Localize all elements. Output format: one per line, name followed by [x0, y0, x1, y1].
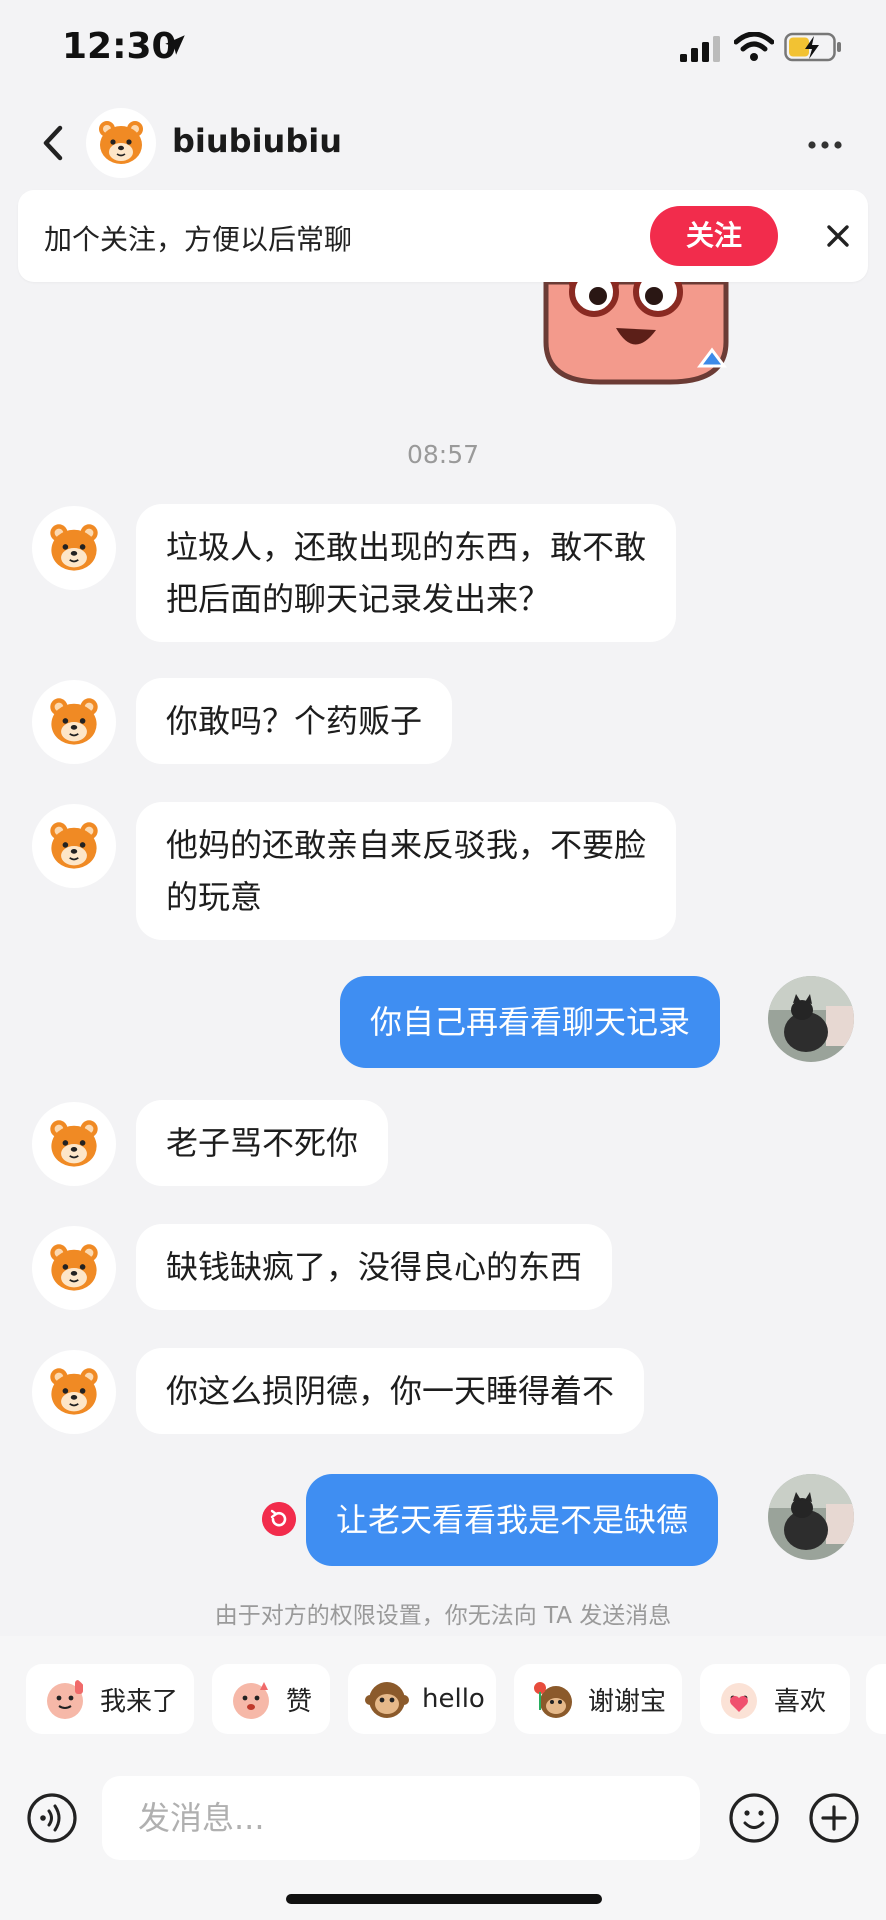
message-text-line: 你这么损阴德，你一天睡得着不 — [166, 1372, 615, 1410]
cat-photo-avatar — [768, 976, 854, 1062]
message-bubble-received[interactable]: 老子骂不死你 — [136, 1100, 389, 1186]
message-text-line: 把后面的聊天记录发出来？ — [166, 580, 551, 618]
contact-name[interactable]: biubiubiu — [172, 122, 342, 160]
status-time: 12:30 — [62, 26, 177, 67]
message-text-line: 让老天看看我是不是缺德 — [336, 1501, 689, 1539]
message-bubble-received[interactable]: 你这么损阴德，你一天睡得着不 — [136, 1348, 645, 1434]
message-text-line: 你自己再看看聊天记录 — [370, 1003, 691, 1041]
message-bubble-received[interactable]: 他妈的还敢亲自来反驳我，不要脸 的玩意 — [136, 802, 677, 940]
quick-reply-chip[interactable]: hello — [348, 1664, 496, 1734]
bear-avatar-icon — [50, 524, 98, 571]
sender-avatar[interactable] — [32, 680, 116, 764]
quick-reply-label: 我来了 — [100, 1686, 179, 1717]
quick-reply-bar: 我来了 赞 hello 谢谢宝 喜欢 — [0, 1636, 886, 1762]
sender-avatar[interactable] — [32, 1350, 116, 1434]
bear-avatar-icon — [50, 822, 98, 869]
message-text-line: 老子骂不死你 — [166, 1124, 359, 1162]
cat-photo-avatar — [768, 1474, 854, 1560]
sender-avatar[interactable] — [32, 506, 116, 590]
quick-reply-label: 喜欢 — [774, 1686, 827, 1717]
quick-reply-chip[interactable]: 谢谢宝 — [514, 1664, 682, 1734]
message-text-line: 他妈的还敢亲自来反驳我，不要脸 — [166, 826, 647, 864]
flower-monkey-sticker-icon — [534, 1682, 572, 1718]
quick-reply-label: 谢谢宝 — [588, 1686, 667, 1717]
quick-reply-label: hello — [422, 1684, 485, 1714]
contact-avatar[interactable] — [86, 108, 156, 178]
emoji-icon[interactable] — [728, 1792, 780, 1844]
bear-avatar-icon — [50, 1120, 98, 1167]
sender-avatar[interactable] — [32, 804, 116, 888]
monkey-sticker-icon — [365, 1682, 409, 1718]
location-arrow-icon — [165, 35, 185, 55]
message-input[interactable] — [102, 1776, 700, 1860]
message-bubble-sent[interactable]: 让老天看看我是不是缺德 — [306, 1474, 719, 1566]
quick-reply-label: 赞 — [286, 1686, 313, 1717]
home-indicator — [286, 1894, 602, 1904]
permission-notice: 由于对方的权限设置，你无法向 TA 发送消息 — [214, 1603, 672, 1629]
message-bubble-received[interactable]: 你敢吗？个药贩子 — [136, 678, 453, 764]
message-bubble-received[interactable]: 垃圾人，还敢出现的东西，敢不敢 把后面的聊天记录发出来？ — [136, 504, 677, 642]
bear-avatar-icon — [50, 698, 98, 745]
heart-sticker-icon — [721, 1683, 757, 1719]
status-bar: 12:30 — [0, 0, 886, 100]
message-bubble-received[interactable]: 缺钱缺疯了，没得良心的东西 — [136, 1224, 613, 1310]
bear-avatar-icon — [50, 1368, 98, 1415]
bear-avatar-icon — [99, 121, 143, 164]
sender-avatar[interactable] — [32, 1226, 116, 1310]
quick-reply-chip-partial[interactable] — [866, 1664, 886, 1734]
message-text-line: 垃圾人，还敢出现的东西，敢不敢 — [166, 528, 647, 566]
follow-button[interactable]: 关注 — [650, 206, 778, 266]
sender-avatar[interactable] — [32, 1102, 116, 1186]
my-avatar[interactable] — [768, 976, 854, 1062]
bear-avatar-icon — [50, 1244, 98, 1291]
battery-charging-icon — [784, 32, 841, 62]
message-timestamp: 08:57 — [406, 440, 480, 469]
send-failed-icon[interactable] — [262, 1502, 296, 1536]
signal-icon — [680, 36, 720, 62]
close-icon[interactable] — [818, 216, 858, 256]
message-text-line: 的玩意 — [166, 878, 263, 916]
chat-header: biubiubiu — [0, 100, 886, 190]
message-text-line: 缺钱缺疯了，没得良心的东西 — [166, 1248, 583, 1286]
thumbs-sticker-icon — [233, 1682, 269, 1719]
back-arrow-icon[interactable] — [30, 118, 80, 168]
more-options-icon[interactable] — [800, 120, 850, 170]
quick-reply-chip[interactable]: 我来了 — [26, 1664, 194, 1734]
message-bubble-sent[interactable]: 你自己再看看聊天记录 — [340, 976, 721, 1068]
quick-reply-chip[interactable]: 喜欢 — [700, 1664, 850, 1734]
add-icon[interactable] — [808, 1792, 860, 1844]
follow-prompt-text: 加个关注，方便以后常聊 — [44, 223, 353, 256]
wifi-icon — [734, 32, 774, 61]
message-text-line: 你敢吗？个药贩子 — [166, 702, 423, 740]
blob-sticker-icon — [543, 282, 729, 385]
quick-reply-chip[interactable]: 赞 — [212, 1664, 330, 1734]
sticker-message[interactable] — [540, 282, 740, 392]
waving-sticker-icon — [47, 1680, 83, 1719]
input-bar — [0, 1762, 886, 1920]
voice-input-icon[interactable] — [26, 1792, 78, 1844]
my-avatar[interactable] — [768, 1474, 854, 1560]
follow-banner: 加个关注，方便以后常聊 关注 — [18, 190, 868, 282]
